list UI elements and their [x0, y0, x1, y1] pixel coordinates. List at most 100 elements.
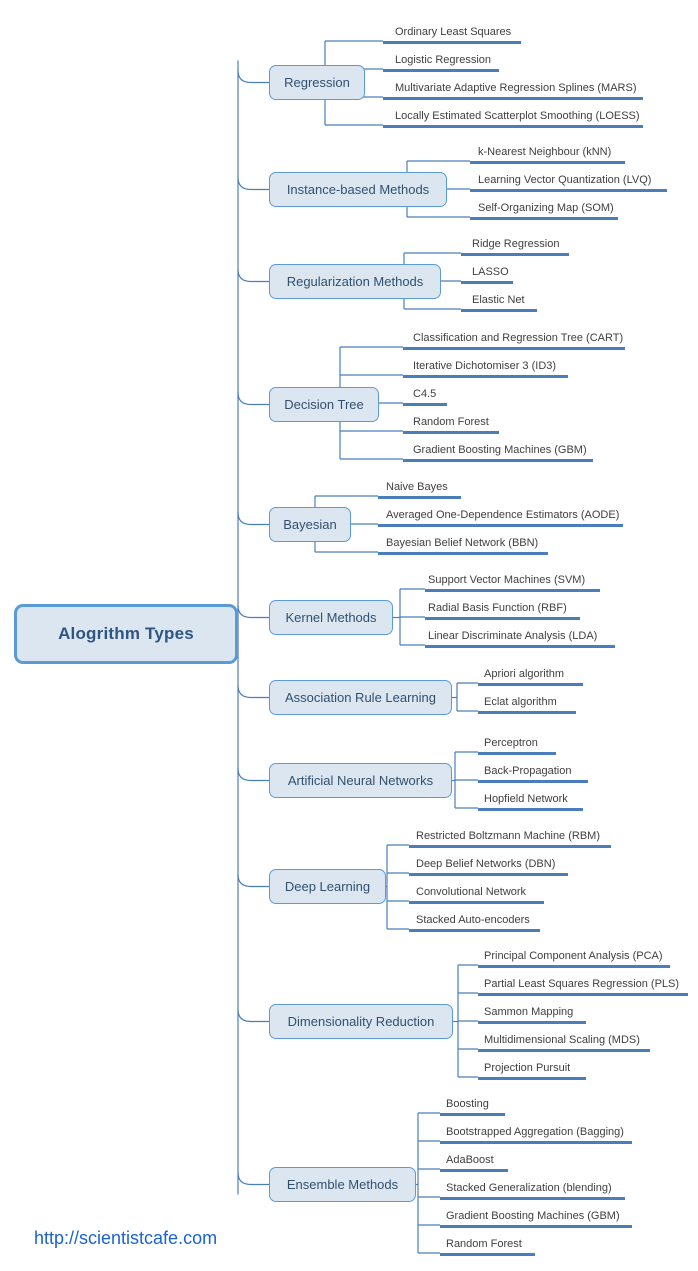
leaf-node[interactable]: Deep Belief Networks (DBN): [409, 853, 568, 876]
leaf-node[interactable]: Radial Basis Function (RBF): [425, 597, 580, 620]
leaf-node[interactable]: Multivariate Adaptive Regression Splines…: [383, 77, 643, 100]
leaf-node[interactable]: Elastic Net: [461, 289, 537, 312]
leaf-node-label: Bootstrapped Aggregation (Bagging): [446, 1126, 624, 1138]
leaf-node[interactable]: Ordinary Least Squares: [383, 21, 521, 44]
leaf-node-label: Convolutional Network: [416, 886, 527, 898]
leaf-underline-bar: [383, 97, 643, 100]
leaf-underline-bar: [403, 459, 593, 462]
branch-node[interactable]: Decision Tree: [269, 387, 379, 422]
leaf-node[interactable]: Support Vector Machines (SVM): [425, 569, 600, 592]
leaf-underline-bar: [470, 189, 667, 192]
leaf-node-label: Projection Pursuit: [484, 1062, 571, 1074]
branch-node-label: Ensemble Methods: [286, 1177, 399, 1192]
leaf-node[interactable]: Eclat algorithm: [478, 691, 576, 714]
leaf-node-label: Gradient Boosting Machines (GBM): [446, 1210, 620, 1222]
leaf-node[interactable]: Naive Bayes: [378, 476, 461, 499]
branch-node[interactable]: Ensemble Methods: [269, 1167, 416, 1202]
leaf-underline-bar: [440, 1197, 625, 1200]
branch-node[interactable]: Dimensionality Reduction: [269, 1004, 453, 1039]
leaf-node-label: Back-Propagation: [484, 765, 572, 777]
root-node[interactable]: Alogrithm Types: [14, 604, 238, 664]
branch-node-label: Association Rule Learning: [284, 690, 437, 705]
leaf-node-label: Ordinary Least Squares: [395, 26, 512, 38]
leaf-underline-bar: [478, 1049, 650, 1052]
leaf-node[interactable]: LASSO: [461, 261, 521, 284]
leaf-node-label: Naive Bayes: [386, 481, 448, 493]
branch-node[interactable]: Artificial Neural Networks: [269, 763, 452, 798]
root-node-label: Alogrithm Types: [58, 624, 194, 643]
leaf-underline-bar: [478, 780, 588, 783]
leaf-node[interactable]: Back-Propagation: [478, 760, 588, 783]
leaf-node[interactable]: Stacked Auto-encoders: [409, 909, 540, 932]
branch-node[interactable]: Deep Learning: [269, 869, 386, 904]
branch-node-label: Artificial Neural Networks: [287, 773, 434, 788]
leaf-node[interactable]: Sammon Mapping: [478, 1001, 586, 1024]
leaf-node[interactable]: Logistic Regression: [383, 49, 499, 72]
leaf-node[interactable]: Linear Discriminate Analysis (LDA): [425, 625, 615, 648]
leaf-underline-bar: [478, 711, 576, 714]
leaf-underline-bar: [383, 69, 499, 72]
leaf-node[interactable]: Bootstrapped Aggregation (Bagging): [440, 1121, 632, 1144]
leaf-node-label: Gradient Boosting Machines (GBM): [413, 444, 587, 456]
leaf-node-label: Random Forest: [413, 416, 489, 428]
leaf-node-label: C4.5: [413, 388, 437, 400]
footer-url-link[interactable]: http://scientistcafe.com: [34, 1228, 217, 1249]
branch-node-label: Instance-based Methods: [286, 182, 430, 197]
leaf-node-label: Multidimensional Scaling (MDS): [484, 1034, 640, 1046]
leaf-node[interactable]: Convolutional Network: [409, 881, 544, 904]
leaf-node[interactable]: Self-Organizing Map (SOM): [470, 197, 618, 220]
leaf-node[interactable]: Averaged One-Dependence Estimators (AODE…: [378, 504, 623, 527]
leaf-node[interactable]: Hopfield Network: [478, 788, 583, 811]
leaf-node[interactable]: Gradient Boosting Machines (GBM): [403, 439, 593, 462]
leaf-underline-bar: [478, 1021, 586, 1024]
leaf-node-label: Principal Component Analysis (PCA): [484, 950, 663, 962]
leaf-underline-bar: [403, 403, 447, 406]
branch-node[interactable]: Kernel Methods: [269, 600, 393, 635]
leaf-node[interactable]: Principal Component Analysis (PCA): [478, 945, 670, 968]
leaf-node-label: Partial Least Squares Regression (PLS): [484, 978, 680, 990]
branch-node[interactable]: Instance-based Methods: [269, 172, 447, 207]
leaf-node[interactable]: Perceptron: [478, 732, 556, 755]
leaf-node[interactable]: k-Nearest Neighbour (kNN): [470, 141, 625, 164]
leaf-node-label: Eclat algorithm: [484, 696, 557, 708]
leaf-node-label: Linear Discriminate Analysis (LDA): [428, 630, 598, 642]
leaf-node[interactable]: Random Forest: [440, 1233, 535, 1256]
leaf-node-label: Support Vector Machines (SVM): [428, 574, 586, 586]
leaf-underline-bar: [461, 253, 569, 256]
branch-node-label: Kernel Methods: [285, 610, 377, 625]
leaf-node[interactable]: Learning Vector Quantization (LVQ): [470, 169, 667, 192]
leaf-node[interactable]: Multidimensional Scaling (MDS): [478, 1029, 650, 1052]
leaf-node[interactable]: Bayesian Belief Network (BBN): [378, 532, 548, 555]
leaf-node-label: k-Nearest Neighbour (kNN): [478, 146, 612, 158]
leaf-node[interactable]: Partial Least Squares Regression (PLS): [478, 973, 688, 996]
leaf-underline-bar: [403, 431, 499, 434]
leaf-node[interactable]: Boosting: [440, 1093, 505, 1116]
leaf-node-label: Apriori algorithm: [484, 668, 565, 680]
branch-node[interactable]: Bayesian: [269, 507, 351, 542]
leaf-node[interactable]: Gradient Boosting Machines (GBM): [440, 1205, 632, 1228]
leaf-underline-bar: [440, 1225, 632, 1228]
leaf-node-label: Restricted Boltzmann Machine (RBM): [416, 830, 601, 842]
leaf-underline-bar: [409, 873, 568, 876]
leaf-node-label: Deep Belief Networks (DBN): [416, 858, 556, 870]
branch-node[interactable]: Regression: [269, 65, 365, 100]
leaf-node[interactable]: Ridge Regression: [461, 233, 569, 256]
leaf-node-label: Averaged One-Dependence Estimators (AODE…: [386, 509, 620, 521]
branch-node[interactable]: Regularization Methods: [269, 264, 441, 299]
leaf-node[interactable]: Projection Pursuit: [478, 1057, 586, 1080]
leaf-underline-bar: [478, 965, 670, 968]
leaf-underline-bar: [440, 1253, 535, 1256]
branch-node[interactable]: Association Rule Learning: [269, 680, 452, 715]
leaf-node[interactable]: Restricted Boltzmann Machine (RBM): [409, 825, 611, 848]
leaf-node[interactable]: C4.5: [403, 383, 463, 406]
leaf-node[interactable]: Stacked Generalization (blending): [440, 1177, 625, 1200]
leaf-node-label: LASSO: [472, 266, 509, 278]
leaf-node[interactable]: Locally Estimated Scatterplot Smoothing …: [383, 105, 643, 128]
leaf-node[interactable]: AdaBoost: [440, 1149, 508, 1172]
leaf-node[interactable]: Iterative Dichotomiser 3 (ID3): [403, 355, 568, 378]
leaf-node[interactable]: Apriori algorithm: [478, 663, 583, 686]
leaf-underline-bar: [403, 347, 625, 350]
leaf-node[interactable]: Random Forest: [403, 411, 499, 434]
leaf-node[interactable]: Classification and Regression Tree (CART…: [403, 327, 625, 350]
leaf-node-label: Iterative Dichotomiser 3 (ID3): [413, 360, 557, 372]
